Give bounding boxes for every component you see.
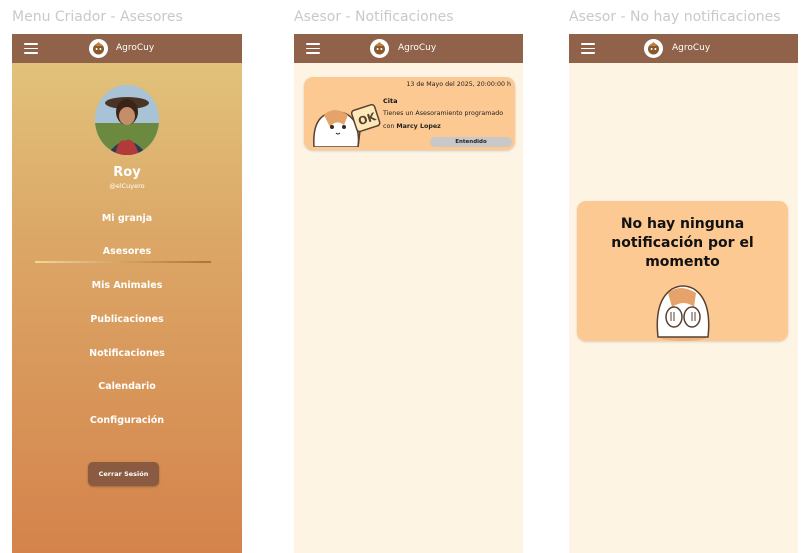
notification-date: 13 de Mayo del 2025, 20:00:00 h	[406, 81, 511, 88]
menu-item-calendario[interactable]: Calendario	[12, 381, 242, 392]
frame-title-empty: Asesor - No hay notificaciones	[569, 9, 781, 25]
app-name: AgroCuy	[672, 43, 711, 53]
app-name: AgroCuy	[116, 43, 155, 53]
empty-state-card: No hay ninguna notificación por el momen…	[577, 201, 788, 341]
menu-icon[interactable]	[581, 43, 595, 54]
menu-icon[interactable]	[24, 43, 38, 54]
empty-state-message: No hay ninguna notificación por el momen…	[611, 216, 754, 270]
notifications-screen: AgroCuy 13 de Mayo del 2025, 20:00:00 h …	[294, 34, 523, 553]
menu-item-notificaciones[interactable]: Notificaciones	[12, 348, 242, 359]
menu-item-asesores[interactable]: Asesores	[12, 246, 242, 257]
app-logo	[89, 39, 108, 58]
app-bar: AgroCuy	[294, 34, 523, 63]
notification-person-line: con Marcy Lopez	[383, 123, 441, 130]
menu-item-publicaciones[interactable]: Publicaciones	[12, 314, 242, 325]
menu-icon[interactable]	[306, 43, 320, 54]
notification-card[interactable]: 13 de Mayo del 2025, 20:00:00 h OK Cita …	[304, 77, 515, 150]
menu-item-mi-granja[interactable]: Mi granja	[12, 213, 242, 224]
app-logo	[370, 39, 389, 58]
notification-body: Tienes un Asesoramiento programado	[383, 110, 504, 117]
frame-title-notifications: Asesor - Notificaciones	[294, 9, 454, 25]
app-logo	[644, 39, 663, 58]
notification-body-prefix: con	[383, 123, 395, 130]
frame-title-menu: Menu Criador - Asesores	[12, 9, 183, 25]
active-menu-indicator	[35, 261, 211, 263]
menu-item-configuracion[interactable]: Configuración	[12, 415, 242, 426]
acknowledge-button[interactable]: Entendido	[430, 137, 512, 147]
profile-handle: @elCuyero	[109, 182, 145, 190]
guinea-pig-ok-illustration: OK	[313, 103, 381, 147]
sad-guinea-pig-illustration	[656, 285, 710, 341]
empty-notifications-screen: AgroCuy No hay ninguna notificación por …	[569, 34, 798, 553]
profile-name: Roy	[113, 165, 141, 180]
app-name: AgroCuy	[398, 43, 437, 53]
notification-title: Cita	[383, 97, 398, 105]
app-bar: AgroCuy	[12, 34, 242, 63]
menu-screen: AgroCuy Roy @elCuyero Mi granja Asesores…	[12, 34, 242, 553]
app-bar: AgroCuy	[569, 34, 798, 63]
menu-item-mis-animales[interactable]: Mis Animales	[12, 280, 242, 291]
avatar	[95, 85, 159, 155]
logout-button[interactable]: Cerrar Sesión	[88, 462, 159, 486]
notification-person: Marcy Lopez	[396, 123, 441, 130]
